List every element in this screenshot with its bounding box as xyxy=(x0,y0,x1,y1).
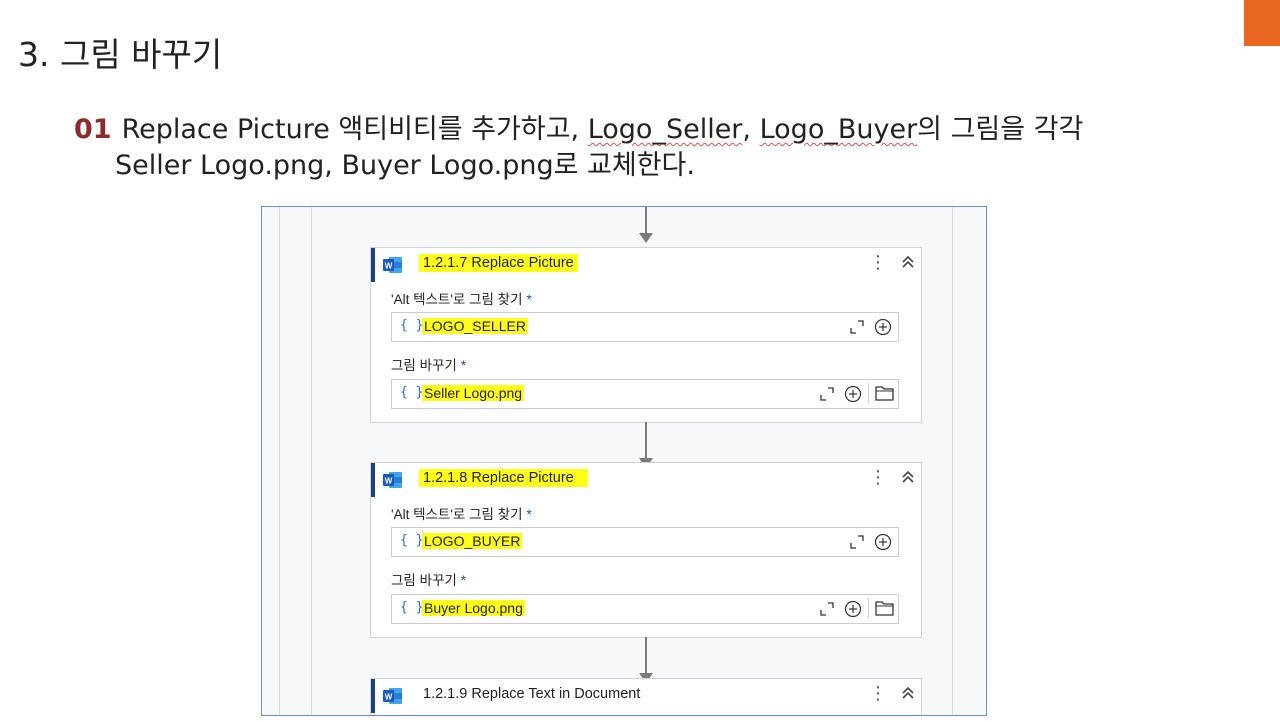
find-alt-text-input[interactable]: { } LOGO_BUYER xyxy=(391,527,899,557)
activity-card-1218[interactable]: W 1.2.1.8 Replace Picture ⋮ 'Alt 텍스트'로 그… xyxy=(370,462,922,638)
replace-picture-label: 그림 바꾸기 * xyxy=(391,358,467,373)
flow-arrow xyxy=(639,207,653,243)
chevron-double-up-icon[interactable] xyxy=(901,685,915,701)
activity-title: 1.2.1.9 Replace Text in Document xyxy=(423,686,641,702)
expand-icon[interactable] xyxy=(820,387,834,401)
find-alt-text-input[interactable]: { } LOGO_SELLER xyxy=(391,312,899,342)
expression-brace-icon: { } xyxy=(400,318,424,333)
svg-text:W: W xyxy=(385,477,393,486)
scope-border-left xyxy=(279,207,280,715)
plus-circle-icon[interactable] xyxy=(844,600,862,618)
logo-seller-term: Logo_Seller xyxy=(587,114,743,145)
replace-picture-value: Buyer Logo.png xyxy=(422,600,525,616)
instruction-line2: Seller Logo.png, Buyer Logo.png로 교체한다. xyxy=(115,150,695,181)
replace-picture-input[interactable]: { } Seller Logo.png xyxy=(391,379,899,409)
folder-icon[interactable] xyxy=(868,598,895,618)
flow-arrow xyxy=(639,637,653,683)
chevron-double-up-icon[interactable] xyxy=(901,469,915,485)
plus-circle-icon[interactable] xyxy=(874,533,892,551)
word-icon: W xyxy=(383,257,402,273)
activity-title: 1.2.1.7 Replace Picture xyxy=(419,254,578,272)
kebab-menu-icon[interactable]: ⋮ xyxy=(869,683,887,704)
find-alt-text-label: 'Alt 텍스트'로 그림 찾기 * xyxy=(391,292,532,307)
activity-card-1219[interactable]: W 1.2.1.9 Replace Text in Document ⋮ xyxy=(370,678,922,715)
instruction-sep: , xyxy=(742,114,760,145)
scope-border-left-inner xyxy=(311,207,312,715)
folder-icon[interactable] xyxy=(868,383,895,403)
expression-brace-icon: { } xyxy=(400,385,424,400)
expression-brace-icon: { } xyxy=(400,600,424,615)
expand-icon[interactable] xyxy=(820,602,834,616)
scope-border-right xyxy=(952,207,953,715)
plus-circle-icon[interactable] xyxy=(874,318,892,336)
flow-arrow xyxy=(639,422,653,468)
find-alt-text-value: LOGO_SELLER xyxy=(422,318,528,334)
accent-block xyxy=(1244,0,1280,46)
instruction-text: 01 Replace Picture 액티비티를 추가하고, Logo_Selle… xyxy=(74,112,1194,184)
word-icon: W xyxy=(383,472,402,488)
replace-picture-input[interactable]: { } Buyer Logo.png xyxy=(391,594,899,624)
kebab-menu-icon[interactable]: ⋮ xyxy=(869,467,887,488)
activity-header[interactable]: W 1.2.1.9 Replace Text in Document ⋮ xyxy=(371,679,921,713)
find-alt-text-value: LOGO_BUYER xyxy=(422,533,523,549)
svg-text:W: W xyxy=(385,693,393,702)
instruction-part2: 의 그림을 각각 xyxy=(917,114,1084,145)
activity-header[interactable]: W 1.2.1.7 Replace Picture ⋮ xyxy=(371,248,921,282)
kebab-menu-icon[interactable]: ⋮ xyxy=(869,252,887,273)
plus-circle-icon[interactable] xyxy=(844,385,862,403)
expand-icon[interactable] xyxy=(850,535,864,549)
svg-text:W: W xyxy=(385,262,393,271)
activity-header[interactable]: W 1.2.1.8 Replace Picture ⋮ xyxy=(371,463,921,497)
instruction-part1: Replace Picture 액티비티를 추가하고, xyxy=(121,114,588,145)
step-number: 01 xyxy=(74,114,112,145)
expression-brace-icon: { } xyxy=(400,533,424,548)
chevron-double-up-icon[interactable] xyxy=(901,254,915,270)
replace-picture-label: 그림 바꾸기 * xyxy=(391,573,467,588)
logo-buyer-term: Logo_Buyer xyxy=(759,114,918,145)
expand-icon[interactable] xyxy=(850,320,864,334)
workflow-screenshot: W 1.2.1.7 Replace Picture ⋮ 'Alt 텍스트'로 그… xyxy=(261,206,987,716)
activity-card-1217[interactable]: W 1.2.1.7 Replace Picture ⋮ 'Alt 텍스트'로 그… xyxy=(370,247,922,423)
find-alt-text-label: 'Alt 텍스트'로 그림 찾기 * xyxy=(391,507,532,522)
activity-title: 1.2.1.8 Replace Picture xyxy=(419,469,588,487)
replace-picture-value: Seller Logo.png xyxy=(422,385,525,401)
slide-title: 3. 그림 바꾸기 xyxy=(18,35,223,74)
word-icon: W xyxy=(383,688,402,704)
